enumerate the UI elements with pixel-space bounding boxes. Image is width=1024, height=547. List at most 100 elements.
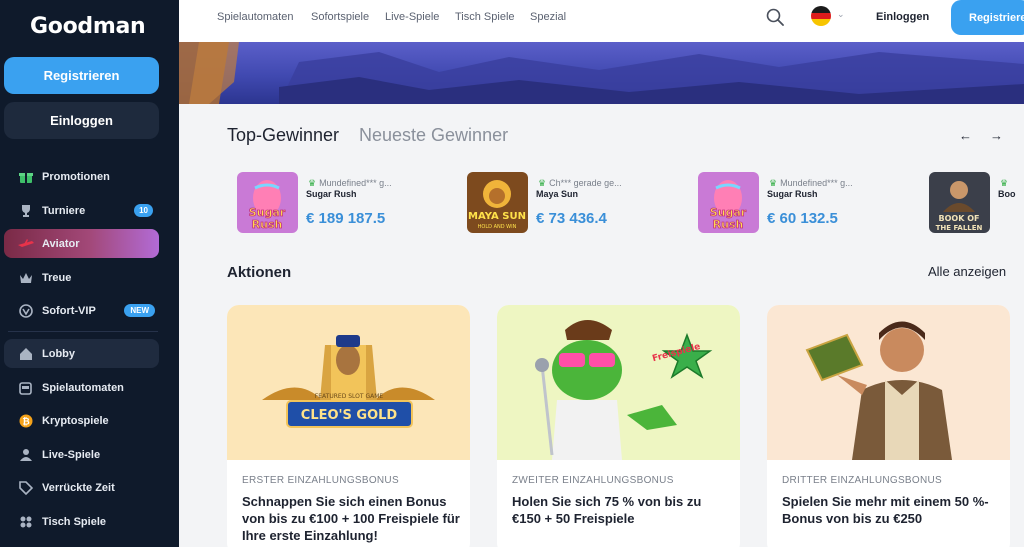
winner-game: Boo <box>998 189 1016 199</box>
sidebar-divider <box>8 331 158 332</box>
plane-icon <box>18 236 34 252</box>
sidebar-item-turniere[interactable]: Turniere 10 <box>4 196 159 225</box>
winner-amount: € 60 132.5 <box>767 210 838 227</box>
crown-icon: ♛ <box>1000 178 1009 188</box>
search-icon[interactable] <box>766 8 784 26</box>
sidebar-item-spielautomaten[interactable]: Spielautomaten <box>4 373 159 402</box>
thumb-text: THE FALLEN <box>936 224 983 232</box>
trophy-icon <box>18 203 34 219</box>
winner-amount: € 189 187.5 <box>306 210 386 227</box>
banner-artwork <box>179 42 1024 104</box>
header-register-button[interactable]: Registrieren <box>951 0 1024 35</box>
promo-text: Spielen Sie mehr mit einem 50 %-Bonus vo… <box>782 494 989 526</box>
promo-image-caption: FEATURED SLOT GAME <box>315 393 384 400</box>
sidebar-item-label: Lobby <box>42 347 75 360</box>
winner-user: ♛ <box>1000 178 1011 189</box>
header-login-button[interactable]: Einloggen <box>876 11 929 23</box>
promo-text: Schnappen Sie sich einen Bonus von bis z… <box>242 494 460 543</box>
winner-card[interactable]: BOOK OF THE FALLEN ♛ Boo <box>929 172 1024 234</box>
arrow-left-icon[interactable]: ← <box>959 128 972 143</box>
slot-machine-icon <box>18 380 34 396</box>
header-nav-tisch-spiele[interactable]: Tisch Spiele <box>455 11 515 23</box>
game-thumbnail-sugar-rush: Sugar Rush <box>698 172 759 233</box>
see-all-link[interactable]: Alle anzeigen <box>928 264 1006 279</box>
svg-text:₿: ₿ <box>22 416 29 427</box>
dealer-icon <box>18 447 34 463</box>
sidebar-item-label: Aviator <box>42 237 80 250</box>
sidebar-item-lobby[interactable]: Lobby <box>4 339 159 368</box>
sidebar-login-button[interactable]: Einloggen <box>4 102 159 139</box>
thumb-text: BOOK OF <box>939 214 980 223</box>
sidebar-item-kryptospiele[interactable]: ₿ Kryptospiele <box>4 406 159 435</box>
promo-card-first-deposit[interactable]: FEATURED SLOT GAME CLEO'S GOLD ERSTER EI… <box>227 305 470 547</box>
promo-text: Holen Sie sich 75 % von bis zu €150 + 50… <box>512 494 702 526</box>
crown-icon: ♛ <box>769 178 778 188</box>
arrow-right-icon[interactable]: → <box>990 128 1003 143</box>
bitcoin-icon: ₿ <box>18 413 34 429</box>
header-nav-spezial[interactable]: Spezial <box>530 11 566 23</box>
sidebar: Goodman Registrieren Einloggen Promotion… <box>0 0 179 547</box>
winner-user: ♛ Mundefined*** g... <box>308 178 392 188</box>
header-register-label: Registrieren <box>969 11 1024 24</box>
crown-icon: ♛ <box>538 178 547 188</box>
sidebar-item-label: Verrückte Zeit <box>42 481 115 494</box>
sidebar-item-treue[interactable]: Treue <box>4 263 159 292</box>
language-flag-icon[interactable] <box>811 6 831 26</box>
winner-amount: € 73 436.4 <box>536 210 607 227</box>
sidebar-item-label: Tisch Spiele <box>42 515 106 528</box>
sidebar-item-label: Kryptospiele <box>42 414 109 427</box>
winner-game: Sugar Rush <box>767 189 818 199</box>
tag-icon <box>18 480 34 496</box>
vip-icon <box>18 303 34 319</box>
section-title-top-winners[interactable]: Top-Gewinner <box>227 125 339 146</box>
sidebar-item-tisch-spiele[interactable]: Tisch Spiele <box>4 507 159 536</box>
sidebar-item-aviator[interactable]: Aviator <box>4 229 159 258</box>
game-thumbnail-sugar-rush: Sugar Rush <box>237 172 298 233</box>
header-nav-spielautomaten[interactable]: Spielautomaten <box>217 11 293 23</box>
header-nav-live-spiele[interactable]: Live-Spiele <box>385 11 439 23</box>
sidebar-register-button[interactable]: Registrieren <box>4 57 159 94</box>
game-thumbnail-maya-sun: MAYA SUN HOLD AND WIN <box>467 172 528 233</box>
section-title-promotions: Aktionen <box>227 264 292 281</box>
header-nav-sofortspiele[interactable]: Sofortspiele <box>311 11 369 23</box>
promo-card-second-deposit[interactable]: Freispiele ZWEITER EINZAHLUNGSBONUS Hole… <box>497 305 740 547</box>
sidebar-item-sofort-vip[interactable]: Sofort-VIP NEW <box>4 296 159 325</box>
promo-image: FEATURED SLOT GAME CLEO'S GOLD <box>227 305 470 460</box>
promo-card-third-deposit[interactable]: DRITTER EINZAHLUNGSBONUS Spielen Sie meh… <box>767 305 1010 547</box>
promo-tag: ERSTER EINZAHLUNGSBONUS <box>242 475 399 486</box>
logo[interactable]: Goodman <box>30 14 146 39</box>
tab-latest-winners[interactable]: Neueste Gewinner <box>359 125 508 146</box>
sidebar-item-promotionen[interactable]: Promotionen <box>4 162 159 191</box>
sidebar-item-verrueckte-zeit[interactable]: Verrückte Zeit <box>4 473 159 502</box>
crown-icon: ♛ <box>308 178 317 188</box>
sidebar-item-label: Spielautomaten <box>42 381 124 394</box>
gift-icon <box>18 169 34 185</box>
promo-image: Freispiele <box>497 305 740 460</box>
sidebar-item-label: Treue <box>42 271 72 284</box>
thumb-text: Rush <box>252 218 283 231</box>
promo-tag: DRITTER EINZAHLUNGSBONUS <box>782 475 942 486</box>
new-badge: NEW <box>124 304 155 317</box>
count-badge: 10 <box>134 204 153 217</box>
table-games-icon <box>18 514 34 530</box>
winner-user: ♛ Mundefined*** g... <box>769 178 853 188</box>
winner-user: ♛ Ch*** gerade ge... <box>538 178 622 188</box>
promo-image-title: CLEO'S GOLD <box>301 408 398 423</box>
home-icon <box>18 346 34 362</box>
crown-icon <box>18 270 34 286</box>
promo-tag: ZWEITER EINZAHLUNGSBONUS <box>512 475 674 486</box>
thumb-text: Rush <box>713 218 744 231</box>
sidebar-item-label: Turniere <box>42 204 86 217</box>
top-header: Spielautomaten Sofortspiele Live-Spiele … <box>179 0 1024 42</box>
promo-image <box>767 305 1010 460</box>
hero-banner[interactable] <box>179 42 1024 104</box>
sidebar-item-label: Live-Spiele <box>42 448 101 461</box>
sidebar-item-label: Sofort-VIP <box>42 304 96 317</box>
winner-game: Sugar Rush <box>306 189 357 199</box>
winner-game: Maya Sun <box>536 189 579 199</box>
sidebar-item-live-spiele[interactable]: Live-Spiele <box>4 440 159 469</box>
sidebar-item-label: Promotionen <box>42 170 110 183</box>
chevron-down-icon[interactable]: ⌄ <box>837 9 845 20</box>
thumb-text: MAYA SUN <box>468 211 526 222</box>
game-thumbnail-book-of-the-fallen: BOOK OF THE FALLEN <box>929 172 990 233</box>
